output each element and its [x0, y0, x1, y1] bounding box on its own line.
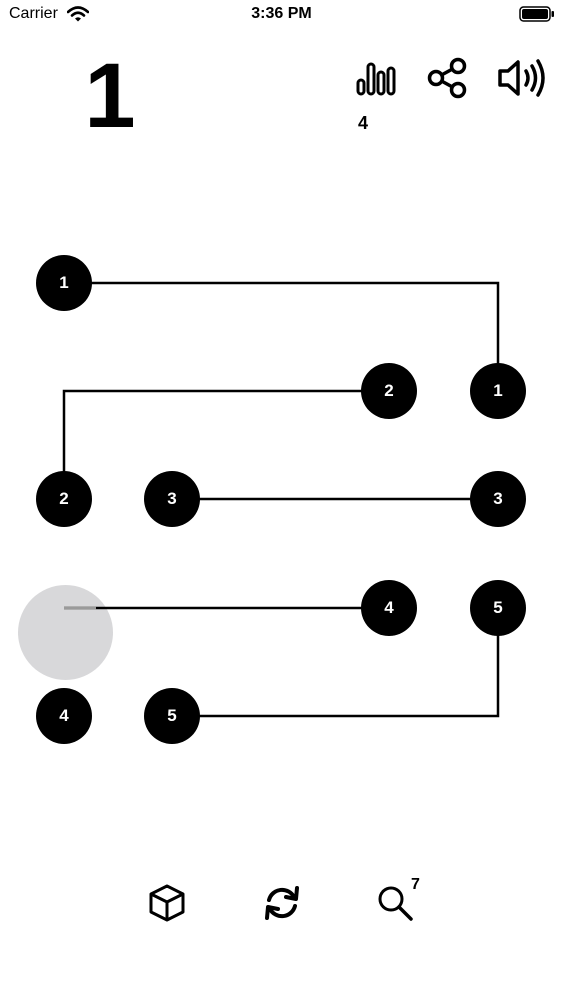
node-label: 3 [167, 489, 177, 508]
node-label: 4 [384, 598, 394, 617]
status-bar: Carrier 3:36 PM [0, 0, 563, 30]
cube-icon[interactable] [148, 883, 186, 923]
node-4-right[interactable]: 4 [361, 580, 417, 636]
share-icon[interactable] [425, 56, 469, 100]
node-2-right[interactable]: 2 [361, 363, 417, 419]
level-number: 1 [84, 45, 136, 147]
node-label: 1 [493, 381, 503, 400]
speaker-icon[interactable] [496, 56, 548, 100]
node-label: 3 [493, 489, 503, 508]
node-label: 2 [59, 489, 69, 508]
node-3-right[interactable]: 3 [470, 471, 526, 527]
node-5-right[interactable]: 5 [470, 580, 526, 636]
hint-count: 7 [411, 876, 420, 893]
node-1-right[interactable]: 1 [470, 363, 526, 419]
refresh-icon[interactable] [262, 883, 302, 923]
node-label: 1 [59, 273, 69, 292]
node-label: 5 [167, 706, 177, 725]
node-label: 5 [493, 598, 503, 617]
magnifier-icon[interactable] [376, 884, 416, 924]
game-board: 1 1 2 2 3 3 4 4 5 5 [0, 200, 563, 800]
node-5-left[interactable]: 5 [144, 688, 200, 744]
node-2-left[interactable]: 2 [36, 471, 92, 527]
node-4-left[interactable]: 4 [36, 688, 92, 744]
bar-chart-icon[interactable] [355, 58, 397, 98]
stats-count: 4 [357, 113, 368, 133]
node-1-left[interactable]: 1 [36, 255, 92, 311]
battery-icon [519, 6, 554, 22]
node-label: 4 [59, 706, 69, 725]
node-3-left[interactable]: 3 [144, 471, 200, 527]
status-time: 3:36 PM [251, 5, 312, 22]
node-label: 2 [384, 381, 394, 400]
